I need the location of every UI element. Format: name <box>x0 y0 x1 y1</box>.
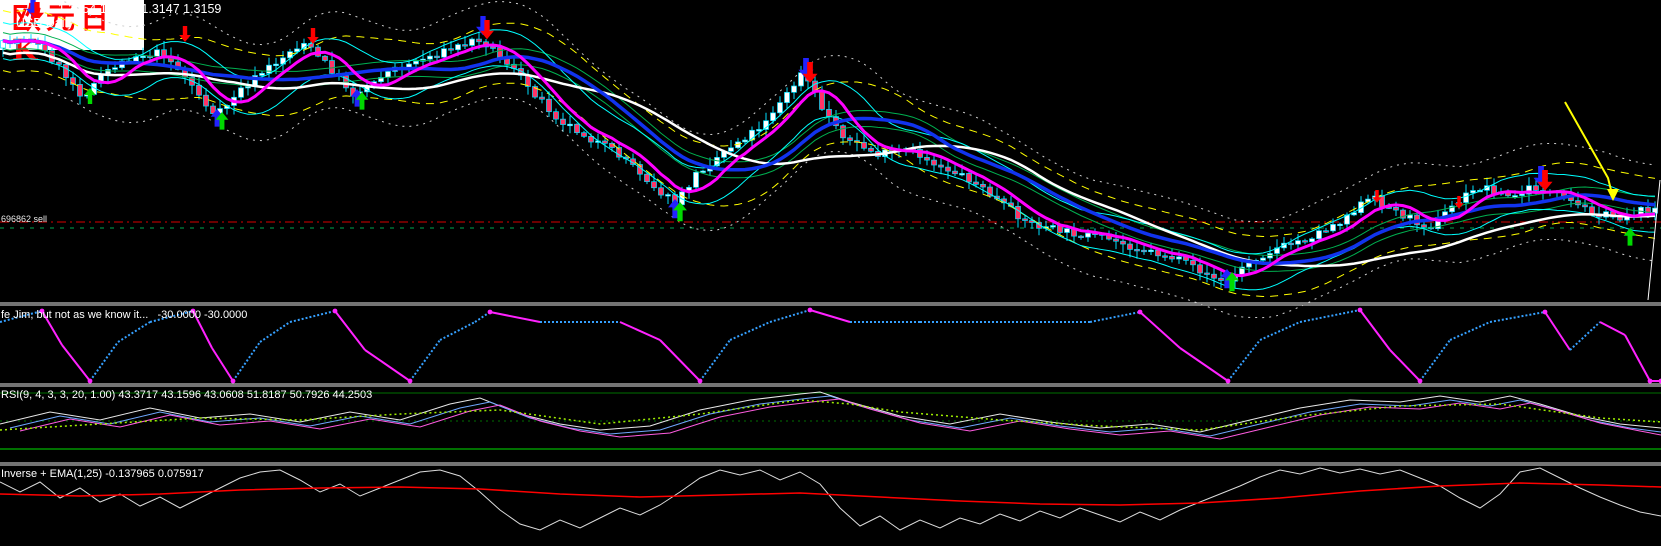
semaphore-indicator-label: fe Jim, but not as we know it... -30.000… <box>1 309 248 321</box>
inverse-ema-indicator-label: Inverse + EMA(1,25) -0.137965 0.075917 <box>1 468 204 480</box>
chart-title: USD,Daily 1.3154 1.3191 1.3147 1.3159 <box>2 2 221 58</box>
mt4-chart-window: USD,Daily 1.3154 1.3191 1.3147 1.3159 欧元… <box>0 0 1661 546</box>
chart-canvas[interactable] <box>0 0 1661 546</box>
rsi-indicator-label: RSI(9, 4, 3, 3, 20, 1.00) 43.3717 43.159… <box>1 389 373 401</box>
chart-ohlc-values: 1.3154 1.3191 1.3147 1.3159 <box>58 2 222 16</box>
chart-symbol-title: USD,Daily <box>15 16 74 30</box>
order-sell-label: 696862 sell <box>1 214 48 224</box>
